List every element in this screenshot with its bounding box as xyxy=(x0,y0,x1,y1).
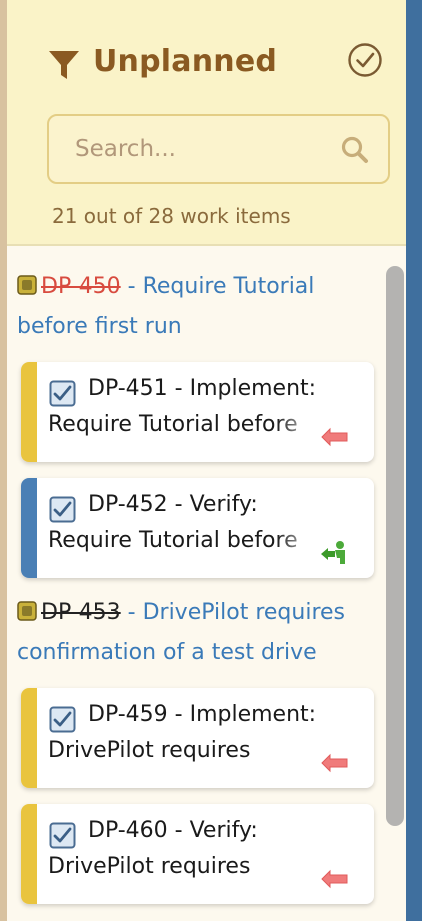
unplanned-panel: Unplanned 21 out of 28 work items DP-450… xyxy=(7,0,406,921)
work-item-title: DP-460 - Verify: xyxy=(88,818,258,843)
red-arrow-left-icon xyxy=(321,427,348,447)
text-fade xyxy=(276,410,321,444)
status-bar xyxy=(21,478,37,578)
right-edge xyxy=(406,0,422,921)
search-input[interactable] xyxy=(75,136,325,162)
check-circle-icon[interactable] xyxy=(347,42,383,78)
epic-header[interactable]: DP-453 - DrivePilot requires xyxy=(17,593,357,633)
epic-id[interactable]: DP-453 xyxy=(41,600,121,625)
panel-title: Unplanned xyxy=(93,44,278,79)
work-item-subtitle: DrivePilot requires xyxy=(48,738,251,763)
filter-icon xyxy=(49,51,79,79)
epic-title-cont[interactable]: confirmation of a test drive xyxy=(17,633,357,673)
epic-title[interactable]: - Require Tutorial xyxy=(121,274,315,299)
work-item-card[interactable]: DP-452 - Verify: Require Tutorial before xyxy=(21,478,374,578)
work-item-count: 21 out of 28 work items xyxy=(52,204,291,228)
red-arrow-left-icon xyxy=(321,869,348,889)
status-bar xyxy=(21,688,37,788)
epic-id[interactable]: DP-450 xyxy=(41,274,121,299)
search-icon[interactable] xyxy=(340,135,370,165)
task-checkbox-icon xyxy=(49,496,76,523)
scrollbar[interactable] xyxy=(386,266,404,826)
task-checkbox-icon xyxy=(49,706,76,733)
work-item-card[interactable]: DP-451 - Implement: Require Tutorial bef… xyxy=(21,362,374,462)
work-item-title: DP-452 - Verify: xyxy=(88,492,258,517)
epic-title[interactable]: - DrivePilot requires xyxy=(121,600,345,625)
task-checkbox-icon xyxy=(49,380,76,407)
work-item-title: DP-451 - Implement: xyxy=(88,376,317,401)
work-item-title: DP-459 - Implement: xyxy=(88,702,317,727)
task-checkbox-icon xyxy=(49,822,76,849)
epic-icon xyxy=(17,601,37,621)
work-item-card[interactable]: DP-460 - Verify: DrivePilot requires xyxy=(21,804,374,904)
left-edge xyxy=(0,0,7,921)
red-arrow-left-icon xyxy=(321,753,348,773)
panel-header: Unplanned 21 out of 28 work items xyxy=(7,0,406,246)
epic-header[interactable]: DP-450 - Require Tutorial xyxy=(17,267,357,307)
text-fade xyxy=(276,526,321,560)
status-bar xyxy=(21,804,37,904)
green-person-enter-icon xyxy=(321,541,345,564)
search-box[interactable] xyxy=(47,114,390,184)
work-item-subtitle: DrivePilot requires xyxy=(48,854,251,879)
status-bar xyxy=(21,362,37,462)
work-item-card[interactable]: DP-459 - Implement: DrivePilot requires xyxy=(21,688,374,788)
epic-icon xyxy=(17,275,37,295)
epic-title-cont[interactable]: before first run xyxy=(17,307,357,347)
